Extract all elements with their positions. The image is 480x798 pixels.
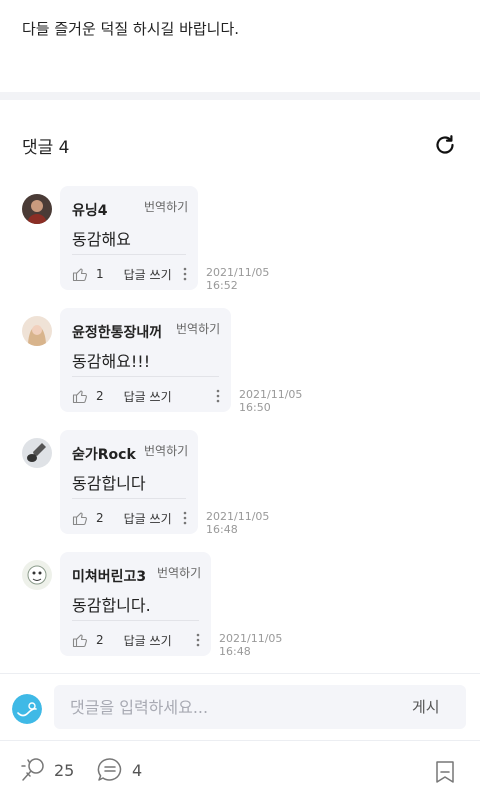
comment-actions: 2 답글 쓰기	[72, 386, 172, 406]
post-body: 다들 즐거운 덕질 하시길 바랍니다.	[0, 0, 480, 92]
cheer-stat[interactable]: 25	[18, 756, 74, 784]
comment-item: 미쳐버린고3 번역하기 동감합니다. 2 답글 쓰기 2021/11/05 16…	[22, 552, 284, 662]
comment-item: 유닝4 번역하기 동감해요 1 답글 쓰기 2021/11/05 16:52	[22, 186, 272, 296]
comment-text: 동감해요	[72, 230, 131, 249]
comment-date: 2021/11/05	[239, 388, 303, 401]
comment-timestamp: 2021/11/05 16:48	[219, 632, 282, 658]
comment-input-bar: 게시	[0, 673, 480, 741]
comment-item: 윤정한통장내꺼 번역하기 동감해요!!! 2 답글 쓰기 2021/11/05 …	[22, 308, 312, 418]
like-count: 2	[96, 633, 104, 647]
comment-timestamp: 2021/11/05 16:48	[206, 510, 269, 536]
comment-bubble: 미쳐버린고3 번역하기 동감합니다. 2 답글 쓰기	[60, 552, 211, 656]
thumbs-up-icon[interactable]	[72, 266, 88, 282]
more-vertical-icon[interactable]	[213, 386, 223, 406]
comment-divider	[72, 376, 219, 377]
comment-time: 16:52	[206, 279, 238, 292]
comment-date: 2021/11/05	[219, 632, 283, 645]
translate-link[interactable]: 번역하기	[144, 198, 188, 215]
comment-bubble: 유닝4 번역하기 동감해요 1 답글 쓰기	[60, 186, 198, 290]
comment-text: 동감합니다	[72, 474, 146, 493]
comment-time: 16:48	[206, 523, 238, 536]
reply-button[interactable]: 답글 쓰기	[124, 388, 172, 405]
comment-actions: 2 답글 쓰기	[72, 630, 172, 650]
comment-item: 숟가Rock 번역하기 동감합니다 2 답글 쓰기 2021/11/05 16:…	[22, 430, 272, 540]
reply-button[interactable]: 답글 쓰기	[124, 510, 172, 527]
like-count: 2	[96, 511, 104, 525]
avatar[interactable]	[22, 438, 52, 468]
avatar[interactable]	[22, 316, 52, 346]
post-text: 다들 즐거운 덕질 하시길 바랍니다.	[22, 20, 240, 38]
translate-link[interactable]: 번역하기	[144, 442, 188, 459]
reply-button[interactable]: 답글 쓰기	[124, 266, 172, 283]
comment-date: 2021/11/05	[206, 266, 270, 279]
like-count: 1	[96, 267, 104, 281]
cheer-count: 25	[54, 760, 75, 780]
bottom-action-bar: 25 4	[0, 742, 480, 798]
thumbs-up-icon[interactable]	[72, 632, 88, 648]
comment-divider	[72, 498, 186, 499]
comment-actions: 1 답글 쓰기	[72, 264, 172, 284]
avatar[interactable]	[22, 560, 52, 590]
translate-link[interactable]: 번역하기	[157, 564, 201, 581]
thumbs-up-icon[interactable]	[72, 510, 88, 526]
bookmark-icon[interactable]	[434, 760, 456, 784]
like-count: 2	[96, 389, 104, 403]
section-divider	[0, 92, 480, 100]
comment-timestamp: 2021/11/05 16:52	[206, 266, 269, 292]
more-vertical-icon[interactable]	[193, 630, 203, 650]
comment-timestamp: 2021/11/05 16:50	[239, 388, 302, 414]
comments-title: 댓글 4	[22, 137, 70, 158]
post-comment-button[interactable]: 게시	[412, 696, 440, 717]
comment-text: 동감합니다.	[72, 596, 151, 615]
comment-bubble: 숟가Rock 번역하기 동감합니다 2 답글 쓰기	[60, 430, 198, 534]
comment-count: 4	[132, 760, 143, 780]
cheer-icon[interactable]	[18, 756, 48, 784]
comment-stat[interactable]: 4	[96, 756, 142, 784]
my-avatar[interactable]	[12, 694, 42, 724]
translate-link[interactable]: 번역하기	[176, 320, 220, 337]
comment-divider	[72, 254, 186, 255]
comment-icon[interactable]	[96, 756, 126, 784]
comment-input[interactable]	[54, 685, 466, 729]
comment-actions: 2 답글 쓰기	[72, 508, 172, 528]
comment-time: 16:48	[219, 645, 251, 658]
avatar[interactable]	[22, 194, 52, 224]
more-vertical-icon[interactable]	[180, 508, 190, 528]
thumbs-up-icon[interactable]	[72, 388, 88, 404]
comment-text: 동감해요!!!	[72, 352, 151, 371]
more-vertical-icon[interactable]	[180, 264, 190, 284]
comment-time: 16:50	[239, 401, 271, 414]
comment-author[interactable]: 유닝4	[72, 200, 108, 220]
comment-bubble: 윤정한통장내꺼 번역하기 동감해요!!! 2 답글 쓰기	[60, 308, 231, 412]
comment-divider	[72, 620, 199, 621]
comment-author[interactable]: 윤정한통장내꺼	[72, 322, 162, 342]
refresh-icon[interactable]	[432, 132, 458, 158]
comment-author[interactable]: 미쳐버린고3	[72, 566, 146, 586]
comment-author[interactable]: 숟가Rock	[72, 444, 136, 464]
reply-button[interactable]: 답글 쓰기	[124, 632, 172, 649]
comment-date: 2021/11/05	[206, 510, 270, 523]
comments-header: 댓글 4	[22, 130, 458, 160]
